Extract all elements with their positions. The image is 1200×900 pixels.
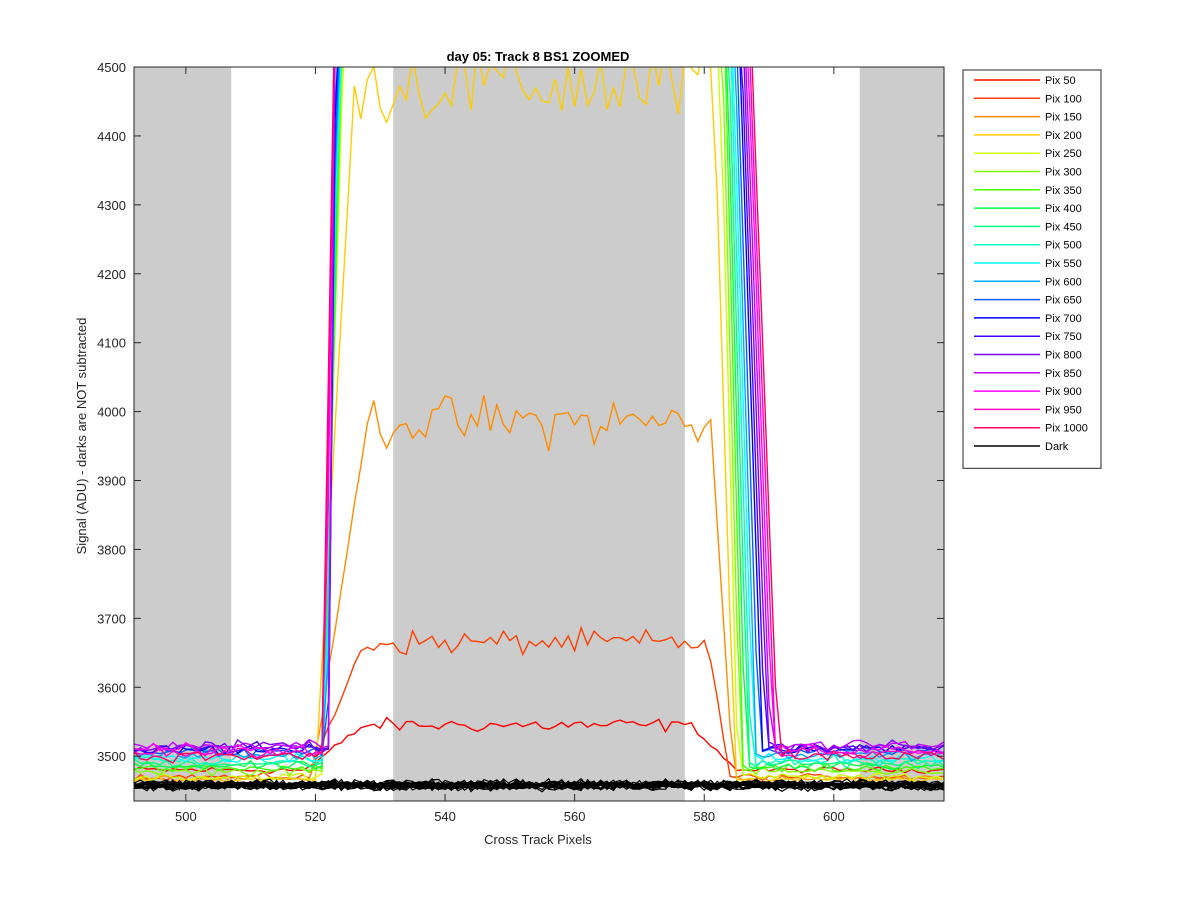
legend-label-pix-300: Pix 300 [1045,167,1082,179]
x-tick-label-560: 560 [564,809,586,824]
x-axis-title: Cross Track Pixels [484,832,592,847]
x-tick-label-540: 540 [434,809,456,824]
line-chart: 500 520 540 560 580 600 3500 3600 3700 3800 3900 40… [74,49,1102,847]
y-tick-label-4500: 4500 [97,60,126,75]
x-tick-label-600: 600 [823,809,845,824]
y-tick-label-4300: 4300 [97,198,126,213]
x-tick-label-580: 580 [693,809,715,824]
legend-label-pix-200: Pix 200 [1045,130,1082,142]
legend-label-pix-450: Pix 450 [1045,221,1082,233]
y-tick-label-4100: 4100 [97,336,126,351]
y-tick-label-3600: 3600 [97,680,126,695]
plot-area: 500 520 540 560 580 600 3500 3600 3700 3800 3900 40… [97,60,945,824]
legend-label-pix-800: Pix 800 [1045,350,1082,362]
shaded-region-2 [393,67,685,801]
y-tick-label-4000: 4000 [97,405,126,420]
legend: Pix 50 Pix 100 Pix 150 Pix 200 Pix 250 Pix 30… [962,69,1102,469]
legend-label-pix-1000: Pix 1000 [1045,423,1088,435]
legend-label-pix-400: Pix 400 [1045,203,1082,215]
shaded-region-3 [859,67,944,801]
legend-label-dark: Dark [1045,441,1069,453]
legend-label-pix-150: Pix 150 [1045,112,1082,124]
legend-label-pix-700: Pix 700 [1045,313,1082,325]
legend-label-pix-950: Pix 950 [1045,404,1082,416]
legend-label-pix-250: Pix 250 [1045,148,1082,160]
y-axis-title: Signal (ADU) - darks are NOT subtracted [74,318,89,555]
legend-label-pix-550: Pix 550 [1045,258,1082,270]
legend-label-pix-500: Pix 500 [1045,240,1082,252]
legend-label-pix-650: Pix 650 [1045,295,1082,307]
legend-label-pix-850: Pix 850 [1045,368,1082,380]
legend-label-pix-50: Pix 50 [1045,75,1076,87]
y-tick-label-3800: 3800 [97,542,126,557]
legend-label-pix-750: Pix 750 [1045,331,1082,343]
shaded-region-1 [134,67,232,801]
legend-label-pix-900: Pix 900 [1045,386,1082,398]
legend-label-pix-600: Pix 600 [1045,276,1082,288]
y-tick-label-4200: 4200 [97,267,126,282]
y-tick-label-3700: 3700 [97,611,126,626]
chart-title: day 05: Track 8 BS1 ZOOMED [447,49,630,64]
y-tick-label-3500: 3500 [97,749,126,764]
legend-label-pix-350: Pix 350 [1045,185,1082,197]
legend-label-pix-100: Pix 100 [1045,93,1082,105]
x-tick-label-520: 520 [305,809,327,824]
y-tick-label-3900: 3900 [97,474,126,489]
x-tick-label-500: 500 [175,809,197,824]
y-tick-label-4400: 4400 [97,129,126,144]
